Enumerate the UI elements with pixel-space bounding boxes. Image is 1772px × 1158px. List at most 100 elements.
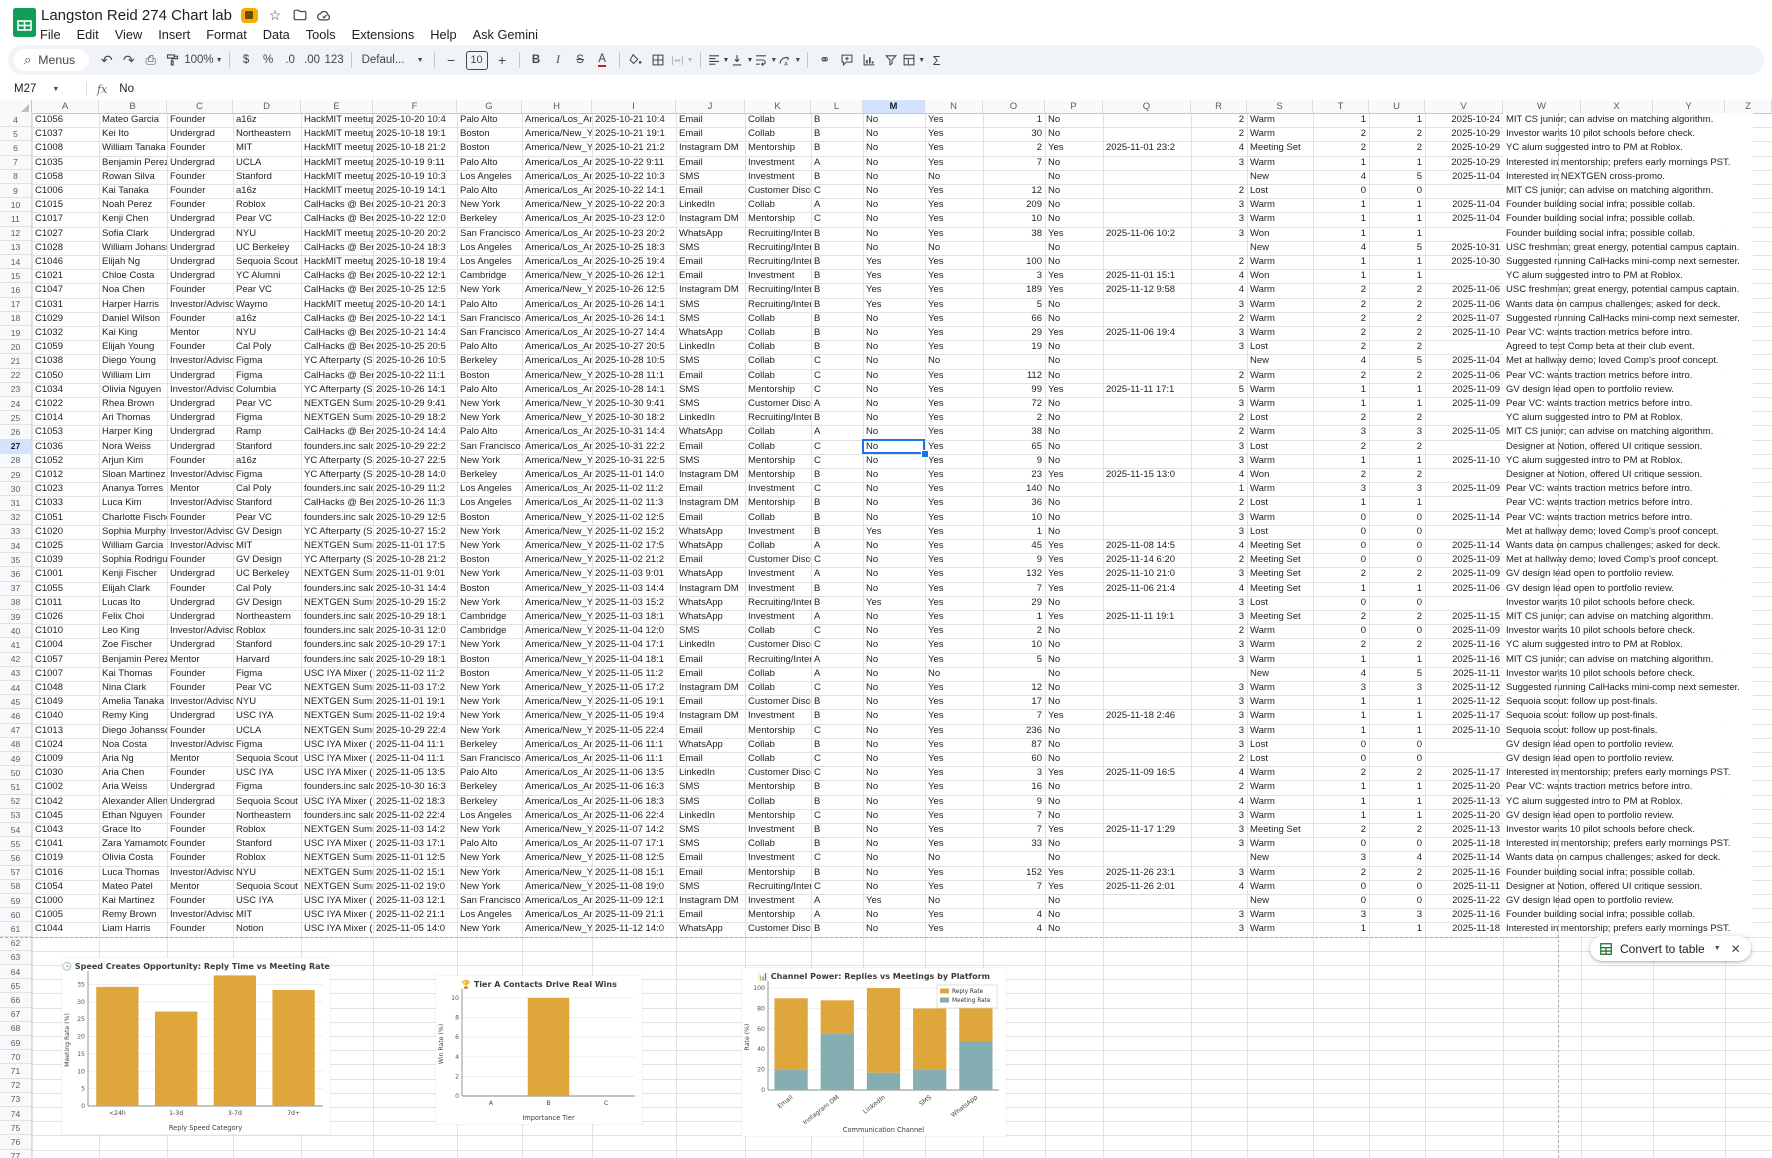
cell[interactable]: 1 [1313, 922, 1369, 936]
cell[interactable]: A [811, 908, 863, 922]
cell[interactable]: Yes [925, 553, 983, 567]
cell[interactable]: Yes [925, 283, 983, 297]
cell[interactable]: Meeting Set [1247, 553, 1313, 567]
cell[interactable]: 2025-10-26 14:1 [592, 312, 676, 326]
cell[interactable]: Founder [167, 454, 233, 468]
cell[interactable]: Founder [167, 894, 233, 908]
row-header-72[interactable]: 72 [0, 1079, 32, 1093]
cell[interactable]: 38 [983, 425, 1045, 439]
cell[interactable]: 2025-11-26 2:01 [1103, 880, 1191, 894]
cell[interactable]: 4 [1191, 269, 1247, 283]
cell[interactable]: USC IYA [233, 709, 301, 723]
cell[interactable]: No [1045, 922, 1103, 936]
cell[interactable]: Sequoia Scout [233, 880, 301, 894]
menu-ask-gemini[interactable]: Ask Gemini [465, 26, 546, 43]
cell[interactable]: Collab [745, 354, 811, 368]
row-header-35[interactable]: 35 [0, 553, 32, 567]
cell[interactable]: 29 [983, 596, 1045, 610]
cell[interactable]: America/New_York [522, 624, 592, 638]
cell[interactable]: No [863, 340, 925, 354]
row-header-34[interactable]: 34 [0, 539, 32, 553]
cell[interactable]: Lost [1247, 340, 1313, 354]
cell[interactable]: 3 [1313, 482, 1369, 496]
cell[interactable]: Founder building social infra; possible … [1503, 212, 1753, 226]
cell[interactable]: 0 [1369, 624, 1425, 638]
cell[interactable]: 3 [1191, 653, 1247, 667]
cell[interactable]: NEXTGEN Summit [301, 709, 373, 723]
cell[interactable]: Pear VC: wants traction metrics before i… [1503, 780, 1753, 794]
cell[interactable]: No [1045, 184, 1103, 198]
cell[interactable]: No [863, 653, 925, 667]
cell[interactable]: America/New_York [522, 880, 592, 894]
row-header-23[interactable]: 23 [0, 383, 32, 397]
cell[interactable]: 2025-11-09 21:1 [592, 908, 676, 922]
row-header-75[interactable]: 75 [0, 1121, 32, 1135]
cell[interactable]: Mentor [167, 326, 233, 340]
cell[interactable]: 5 [1369, 667, 1425, 681]
cell[interactable]: 23 [983, 468, 1045, 482]
cell[interactable]: Stanford [233, 496, 301, 510]
cell[interactable]: Palo Alto [457, 156, 522, 170]
cell[interactable]: 2025-11-09 16:5 [1103, 766, 1191, 780]
redo-button[interactable]: ↷ [118, 49, 139, 71]
cell[interactable]: Warm [1247, 653, 1313, 667]
cell[interactable]: Yes [1045, 567, 1103, 581]
row-header-70[interactable]: 70 [0, 1050, 32, 1064]
cell[interactable]: America/New_York [522, 866, 592, 880]
cell[interactable]: SMS [676, 397, 745, 411]
cell[interactable]: Lucas Ito [99, 596, 167, 610]
cell[interactable]: a16z [233, 184, 301, 198]
cell[interactable]: Yes [925, 298, 983, 312]
cell[interactable]: Warm [1247, 766, 1313, 780]
cell[interactable]: 2025-10-21 20:3 [373, 198, 457, 212]
cell[interactable]: No [1045, 241, 1103, 255]
cell[interactable]: Investment [745, 894, 811, 908]
cell[interactable]: C1035 [32, 156, 99, 170]
cell[interactable]: 65 [983, 440, 1045, 454]
cell[interactable]: Email [676, 851, 745, 865]
cell[interactable]: Investment [745, 823, 811, 837]
cell[interactable]: C1020 [32, 525, 99, 539]
cell[interactable]: 2025-10-29 18:2 [373, 411, 457, 425]
cell[interactable]: Yes [925, 383, 983, 397]
row-header-29[interactable]: 29 [0, 468, 32, 482]
column-header-G[interactable]: G [457, 100, 522, 113]
cell[interactable]: 2 [1191, 496, 1247, 510]
cell[interactable]: Boston [457, 582, 522, 596]
cell[interactable]: Founder [167, 312, 233, 326]
cell[interactable]: America/New_York [522, 269, 592, 283]
cell[interactable]: Email [676, 511, 745, 525]
cell[interactable]: Investor wants 10 pilot schools before c… [1503, 127, 1753, 141]
row-header-5[interactable]: 5 [0, 127, 32, 141]
cell[interactable]: America/Los_Ange [522, 241, 592, 255]
cell[interactable]: 10 [983, 638, 1045, 652]
cell[interactable]: 2 [1313, 283, 1369, 297]
row-header-11[interactable]: 11 [0, 212, 32, 226]
cell[interactable]: WhatsApp [676, 227, 745, 241]
cell[interactable]: C1029 [32, 312, 99, 326]
cell[interactable]: America/Los_Ange [522, 113, 592, 127]
cell[interactable]: 2 [1191, 255, 1247, 269]
cell[interactable]: Roblox [233, 624, 301, 638]
cell[interactable]: No [863, 922, 925, 936]
cell[interactable]: 3 [1191, 227, 1247, 241]
cell[interactable]: Roblox [233, 851, 301, 865]
cell[interactable]: 2025-11-05 22:4 [592, 724, 676, 738]
cell[interactable]: 3 [1191, 922, 1247, 936]
cell[interactable]: 0 [1369, 752, 1425, 766]
cell[interactable]: B [811, 866, 863, 880]
cell[interactable]: America/New_York [522, 667, 592, 681]
cell[interactable]: 2025-10-31 14:4 [592, 425, 676, 439]
cell[interactable]: Investor/Advisor [167, 496, 233, 510]
row-header-17[interactable]: 17 [0, 298, 32, 312]
cell[interactable]: 2025-11-03 9:01 [592, 567, 676, 581]
cell[interactable]: America/New_York [522, 596, 592, 610]
cell[interactable]: 236 [983, 724, 1045, 738]
cell[interactable]: Stanford [233, 440, 301, 454]
cell[interactable]: No [1045, 695, 1103, 709]
cell[interactable]: 1 [1313, 397, 1369, 411]
cell[interactable]: 5 [1369, 241, 1425, 255]
cell[interactable]: Northeastern [233, 127, 301, 141]
cell[interactable]: YC alum suggested intro to PM at Roblox. [1503, 411, 1753, 425]
cell[interactable]: CalHacks @ Berk [301, 269, 373, 283]
